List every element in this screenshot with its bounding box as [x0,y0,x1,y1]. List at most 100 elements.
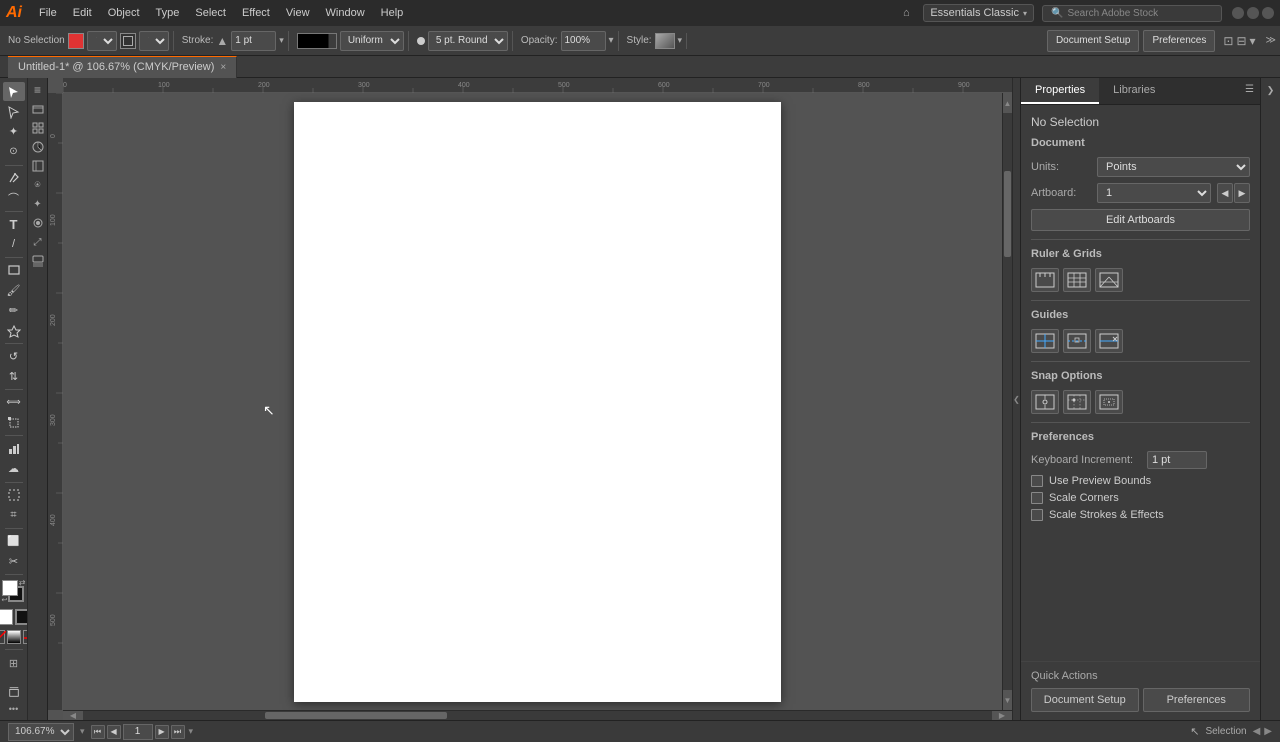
artboard-prev-btn[interactable]: ◀ [1217,183,1233,203]
minimize-btn[interactable] [1232,7,1244,19]
menu-object[interactable]: Object [101,5,147,21]
line-tool-btn[interactable]: / [3,235,25,254]
doc-setup-qa-btn[interactable]: Document Setup [1031,688,1139,712]
collapse-toolbar-btn[interactable]: ≫ [1266,35,1276,46]
grid-view-btn[interactable] [30,120,46,136]
properties-tab[interactable]: Properties [1021,78,1099,104]
use-preview-bounds-checkbox[interactable] [1031,475,1043,487]
color-panel-btn[interactable] [30,139,46,155]
snap-grid-btn[interactable] [1063,390,1091,414]
artboard-select[interactable]: 1 [1097,183,1211,203]
document-tab[interactable]: Untitled-1* @ 106.67% (CMYK/Preview) × [8,56,237,78]
fill-color-swatch[interactable] [68,33,84,49]
swatches-panel-btn[interactable] [30,253,46,269]
scroll-left-btn[interactable]: ◀ [63,711,83,720]
preferences-qa-btn[interactable]: Preferences [1143,688,1251,712]
strip-expand-btn[interactable]: ❯ [1263,82,1279,98]
stroke-color-swatch[interactable] [120,33,136,49]
artboard-tool-btn[interactable] [3,485,25,504]
reflect-tool-btn[interactable]: ⇅ [3,367,25,386]
shaper-tool-btn[interactable] [3,321,25,340]
menu-effect[interactable]: Effect [235,5,277,21]
guides-lock-btn[interactable] [1063,329,1091,353]
v-scroll-thumb[interactable] [1004,171,1011,258]
next-page-btn[interactable]: ▶ [155,725,169,739]
type-tool-btn[interactable]: T [3,215,25,234]
transform-panel-btn[interactable]: ⤢ [30,234,46,250]
prev-page-btn[interactable]: ◀ [107,725,121,739]
h-scroll-thumb[interactable] [265,712,447,719]
pen-tool-btn[interactable] [3,168,25,187]
page-dropdown[interactable]: ▾ [189,726,194,737]
artboard-next-btn[interactable]: ▶ [1234,183,1250,203]
menu-type[interactable]: Type [149,5,187,21]
stroke-black-swatch[interactable] [15,609,29,625]
artboard-panel-btn[interactable] [3,682,25,701]
search-box[interactable]: 🔍 Search Adobe Stock [1042,5,1222,22]
tab-close-btn[interactable]: × [220,62,226,73]
close-btn[interactable] [1262,7,1274,19]
stroke-style-select[interactable]: Uniform [340,31,404,51]
menu-edit[interactable]: Edit [66,5,99,21]
page-input[interactable] [123,724,153,740]
reset-colors-btn[interactable]: ↩ [2,596,8,604]
arrange-icon[interactable]: ⊡ [1223,34,1233,48]
snap-point-btn[interactable] [1031,390,1059,414]
layer-icon-btn[interactable] [30,101,46,117]
scissors-tool-btn[interactable]: ✂ [3,552,25,571]
stroke-value-input[interactable] [231,31,276,51]
stroke-type-select[interactable]: ▼ [139,31,169,51]
symbol-sprayer-tool-btn[interactable]: ☁ [3,459,25,478]
last-page-btn[interactable]: ⏭ [171,725,185,739]
workspace-selector[interactable]: Essentials Classic ▾ [923,4,1034,22]
maximize-btn[interactable] [1247,7,1259,19]
stroke-down-btn[interactable]: ▲ [216,34,228,48]
guides-show-btn[interactable] [1031,329,1059,353]
menu-window[interactable]: Window [319,5,372,21]
brush-size-select[interactable]: 5 pt. Round [428,31,508,51]
scale-corners-checkbox[interactable] [1031,492,1043,504]
keyboard-increment-input[interactable] [1147,451,1207,469]
scroll-right-btn[interactable]: ▶ [992,711,1012,720]
fill-type-select[interactable]: ▼ [87,31,117,51]
status-arrow-right[interactable]: ▶ [1264,726,1272,737]
slice-tool-btn[interactable]: ⌗ [3,506,25,525]
direct-select-tool-btn[interactable] [3,102,25,121]
menu-view[interactable]: View [279,5,317,21]
vertical-scrollbar[interactable]: ▲ ▼ [1002,93,1012,710]
grid-btn[interactable] [1063,268,1091,292]
curvature-tool-btn[interactable]: ⌒ [3,189,25,208]
pencil-tool-btn[interactable]: ✏ [3,301,25,320]
units-select[interactable]: Points Pixels Inches Millimeters [1097,157,1250,177]
opacity-input[interactable] [561,31,606,51]
lasso-tool-btn[interactable]: ⊙ [3,142,25,161]
menu-select[interactable]: Select [188,5,233,21]
gradient-swatch[interactable] [7,630,21,644]
status-arrow-left[interactable]: ◀ [1253,726,1261,737]
rulers-btn[interactable] [1031,268,1059,292]
more-icon[interactable]: ▾ [1250,34,1256,48]
right-collapse-btn[interactable]: ❮ [1012,78,1020,720]
libraries-tab[interactable]: Libraries [1099,78,1169,104]
scale-strokes-checkbox[interactable] [1031,509,1043,521]
edit-artboards-btn[interactable]: Edit Artboards [1031,209,1250,231]
snap-pixel-btn[interactable] [1095,390,1123,414]
fill-box[interactable] [2,580,18,596]
guides-clear-btn[interactable] [1095,329,1123,353]
menu-file[interactable]: File [32,5,64,21]
perspective-grid-btn[interactable] [1095,268,1123,292]
scroll-up-btn[interactable]: ▲ [1003,93,1012,113]
preferences-toolbar-btn[interactable]: Preferences [1143,30,1215,52]
more-options-btn[interactable]: ••• [7,702,20,716]
menu-help[interactable]: Help [374,5,411,21]
distribute-icon[interactable]: ⊟ [1236,34,1246,48]
symbol-panel-btn[interactable]: ✦ [30,196,46,212]
panel-menu-btn[interactable]: ☰ [1239,78,1260,104]
width-tool-btn[interactable]: ⟺ [3,393,25,412]
scroll-down-btn[interactable]: ▼ [1003,690,1012,710]
graph-tool-btn[interactable] [3,439,25,458]
graphic-style-btn[interactable] [30,215,46,231]
horizontal-scrollbar[interactable]: ◀ ▶ [63,710,1012,720]
paintbrush-tool-btn[interactable]: 🖌 [3,281,25,300]
stroke-swatch[interactable] [297,33,337,49]
